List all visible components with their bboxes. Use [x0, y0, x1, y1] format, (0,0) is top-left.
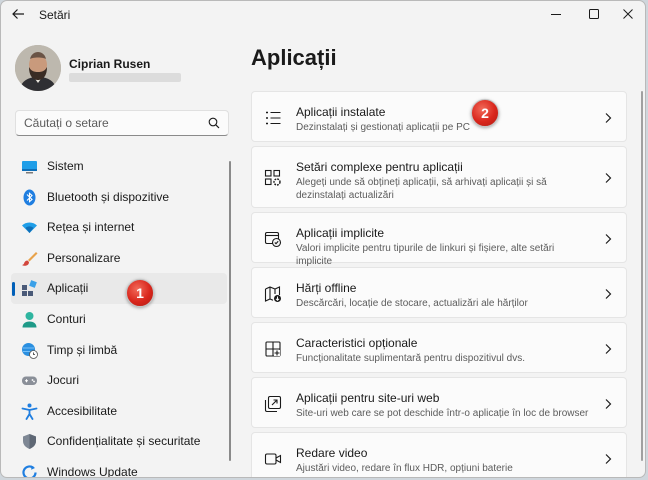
- sidebar-item-accesibilitate[interactable]: Accesibilitate: [11, 396, 227, 427]
- sidebar-item-aplicatii[interactable]: Aplicații: [11, 273, 227, 304]
- card-title: Aplicații implicite: [296, 226, 385, 240]
- maximize-icon: [589, 9, 599, 19]
- sidebar-item-timp[interactable]: Timp și limbă: [11, 335, 227, 366]
- card-default-apps[interactable]: Aplicații implicite Valori implicite pen…: [251, 212, 627, 267]
- content-scrollbar[interactable]: [641, 91, 643, 461]
- card-description: Dezinstalați și gestionați aplicații pe …: [296, 122, 470, 133]
- map-icon: [264, 286, 281, 302]
- card-description: Ajustări video, redare în flux HDR, opți…: [296, 463, 513, 474]
- close-icon: [623, 9, 633, 19]
- chevron-right-icon: [605, 234, 612, 244]
- sidebar-scrollbar[interactable]: [229, 161, 231, 461]
- card-apps-for-websites[interactable]: Aplicații pentru site-uri web Site-uri w…: [251, 377, 627, 428]
- card-description: Descărcări, locație de stocare, actualiz…: [296, 298, 528, 309]
- sidebar-nav: Sistem Bluetooth și dispozitive Rețea și…: [11, 151, 227, 478]
- sidebar-item-label: Aplicații: [47, 281, 89, 296]
- minimize-icon: [551, 14, 561, 15]
- card-installed-apps[interactable]: Aplicații instalate Dezinstalați și gest…: [251, 91, 627, 142]
- brush-icon: [22, 251, 38, 266]
- search-input[interactable]: [24, 114, 204, 132]
- sidebar-item-label: Timp și limbă: [47, 342, 118, 357]
- chevron-right-icon: [605, 344, 612, 354]
- card-description: Valori implicite pentru tipurile de link…: [296, 243, 555, 267]
- advanced-apps-icon: [264, 169, 281, 186]
- card-description: Site-uri web care se pot deschide într-o…: [296, 408, 589, 419]
- wifi-icon: [22, 222, 37, 234]
- card-advanced-app-settings[interactable]: Setări complexe pentru aplicații Alegeți…: [251, 146, 627, 208]
- chevron-right-icon: [605, 173, 612, 183]
- back-arrow-icon: [12, 9, 24, 19]
- card-description: Alegeți unde să obțineți aplicații, să a…: [296, 177, 547, 201]
- sidebar-item-jocuri[interactable]: Jocuri: [11, 365, 227, 396]
- settings-cards: Aplicații instalate Dezinstalați și gest…: [251, 91, 627, 477]
- monitor-icon: [22, 161, 37, 174]
- chevron-right-icon: [605, 113, 612, 123]
- annotation-badge-1: 1: [126, 279, 154, 307]
- card-title: Redare video: [296, 446, 368, 460]
- sidebar-item-label: Personalizare: [47, 250, 121, 265]
- maximize-button[interactable]: [579, 3, 609, 25]
- sidebar-item-label: Rețea și internet: [47, 220, 135, 235]
- sidebar-item-label: Conturi: [47, 311, 86, 326]
- sidebar-item-label: Jocuri: [47, 373, 80, 388]
- apps-icon: [22, 280, 37, 297]
- card-title: Aplicații pentru site-uri web: [296, 391, 440, 405]
- globe-clock-icon: [22, 342, 38, 359]
- sidebar-item-label: Accesibilitate: [47, 403, 118, 418]
- chevron-right-icon: [605, 399, 612, 409]
- sidebar-item-conturi[interactable]: Conturi: [11, 304, 227, 335]
- profile-name: Ciprian Rusen: [69, 57, 151, 71]
- list-icon: [266, 111, 281, 125]
- sidebar-item-bluetooth[interactable]: Bluetooth și dispozitive: [11, 182, 227, 213]
- card-optional-features[interactable]: Caracteristici opționale Funcționalitate…: [251, 322, 627, 373]
- avatar[interactable]: [15, 45, 61, 91]
- open-in-app-icon: [264, 395, 282, 413]
- search-box[interactable]: [15, 110, 229, 136]
- default-apps-icon: [264, 231, 282, 248]
- card-title: Aplicații instalate: [296, 105, 386, 119]
- sidebar-item-label: Sistem: [47, 159, 84, 173]
- card-description: Funcționalitate suplimentară pentru disp…: [296, 353, 526, 364]
- sidebar-item-confidentialitate[interactable]: Confidențialitate și securitate: [11, 426, 227, 457]
- person-icon: [22, 311, 37, 328]
- sidebar-item-windows-update[interactable]: Windows Update: [11, 457, 227, 478]
- search-icon[interactable]: [208, 117, 220, 129]
- sidebar-item-retea[interactable]: Rețea și internet: [11, 212, 227, 243]
- video-icon: [264, 453, 282, 465]
- update-icon: [22, 465, 37, 477]
- window-title: Setări: [39, 8, 71, 22]
- card-title: Hărți offline: [296, 281, 357, 295]
- back-button[interactable]: [11, 7, 29, 23]
- sidebar-item-sistem[interactable]: Sistem: [11, 151, 227, 182]
- sidebar-item-personalizare[interactable]: Personalizare: [11, 243, 227, 274]
- sidebar-item-label: Bluetooth și dispozitive: [47, 189, 170, 204]
- annotation-badge-2: 2: [471, 99, 499, 127]
- card-title: Setări complexe pentru aplicații: [296, 160, 463, 174]
- bluetooth-icon: [23, 189, 36, 206]
- settings-window: Setări Ciprian Rusen Sistem: [0, 0, 646, 478]
- minimize-button[interactable]: [541, 3, 571, 25]
- profile-email-redacted: [69, 73, 181, 82]
- add-feature-icon: [265, 341, 281, 357]
- accessibility-icon: [21, 403, 38, 420]
- sidebar-item-label: Confidențialitate și securitate: [47, 434, 201, 449]
- card-offline-maps[interactable]: Hărți offline Descărcări, locație de sto…: [251, 267, 627, 318]
- chevron-right-icon: [605, 454, 612, 464]
- shield-icon: [23, 434, 36, 450]
- close-button[interactable]: [613, 3, 643, 25]
- selection-indicator: [12, 282, 15, 297]
- chevron-right-icon: [605, 289, 612, 299]
- card-video-playback[interactable]: Redare video Ajustări video, redare în f…: [251, 432, 627, 477]
- title-bar: Setări: [1, 1, 645, 29]
- avatar-photo-icon: [15, 45, 61, 91]
- card-title: Caracteristici opționale: [296, 336, 418, 350]
- page-title: Aplicații: [251, 45, 337, 70]
- sidebar-item-label: Windows Update: [47, 464, 138, 478]
- gamepad-icon: [22, 376, 37, 386]
